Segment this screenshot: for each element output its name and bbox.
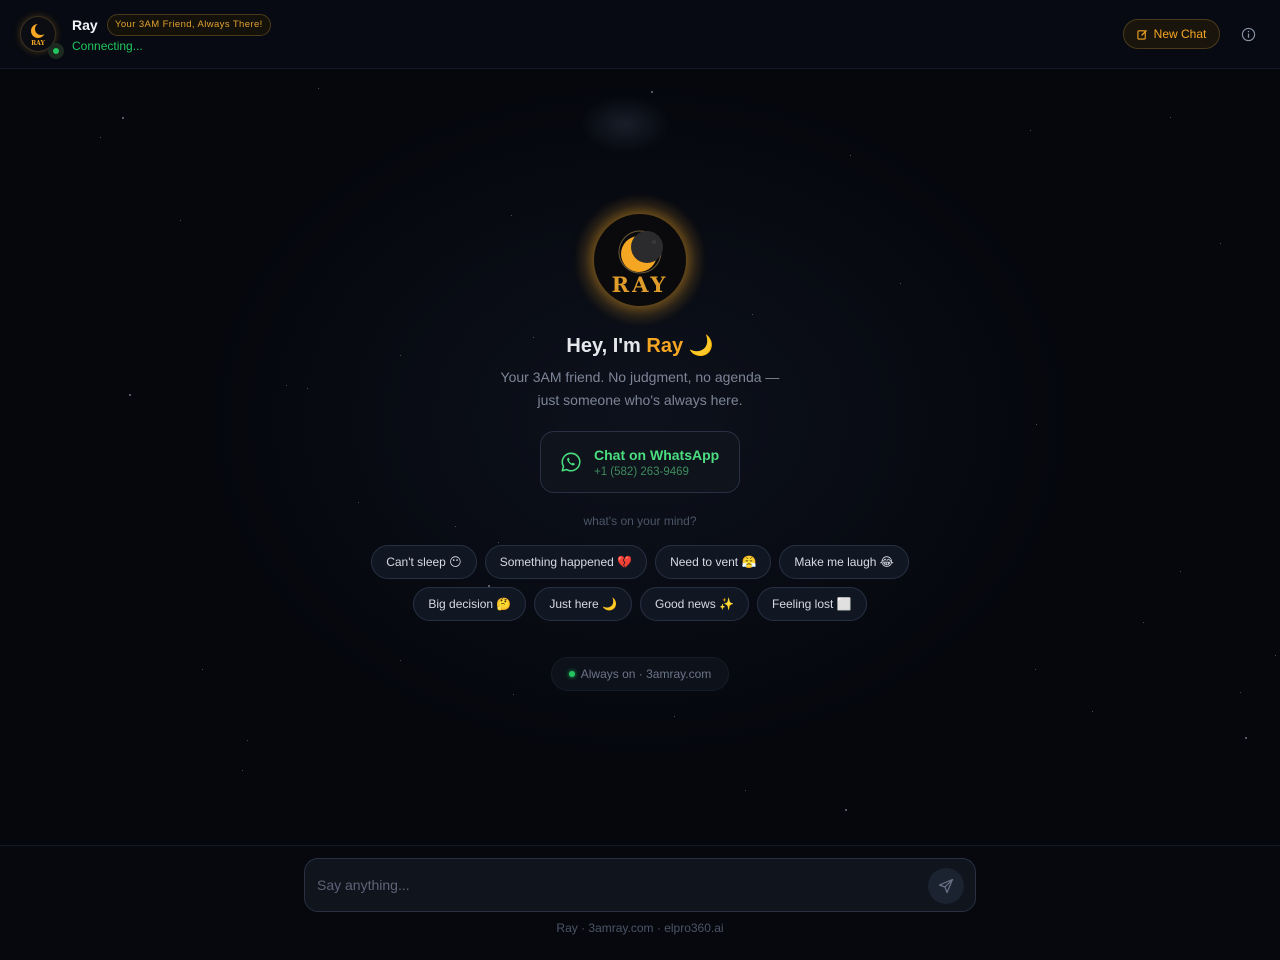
hero-subtitle: Your 3AM friend. No judgment, no agenda …: [440, 366, 840, 412]
send-button[interactable]: [928, 868, 964, 904]
connection-status: Connecting...: [72, 39, 143, 53]
suggestion-chip[interactable]: Just here 🌙: [534, 587, 632, 621]
whatsapp-title: Chat on WhatsApp: [594, 447, 720, 463]
suggestion-chip[interactable]: Need to vent 😤: [655, 545, 772, 579]
suggestion-chip[interactable]: Big decision 🤔: [413, 587, 527, 621]
send-icon: [938, 878, 954, 894]
online-dot: [568, 671, 575, 677]
whatsapp-button[interactable]: Chat on WhatsApp +1 (582) 263-9469: [540, 431, 740, 493]
online-indicator: [48, 43, 64, 59]
prompt-label: what's on your mind?: [583, 514, 697, 528]
whatsapp-number: +1 (582) 263-9469: [594, 466, 689, 478]
suggestion-chip[interactable]: Make me laugh 😂: [779, 545, 909, 579]
hero-title-prefix: Hey, I'm: [566, 335, 647, 357]
new-chat-label: New Chat: [1153, 27, 1207, 41]
suggestion-chip[interactable]: Feeling lost ⬜: [756, 587, 867, 621]
whatsapp-icon: [561, 452, 581, 472]
hero-title-name: Ray: [646, 335, 684, 357]
always-on-text: Always on · 3amray.com: [580, 667, 712, 681]
info-icon: [1241, 27, 1255, 41]
info-button[interactable]: [1240, 26, 1256, 42]
suggestion-chip[interactable]: Can't sleep 😶: [371, 545, 477, 579]
hero-subtitle-line2: just someone who's always here.: [537, 392, 743, 408]
suggestion-chips-row2: Big decision 🤔 Just here 🌙 Good news ✨ F…: [0, 587, 1280, 621]
avatar-logo-text: RAY: [31, 40, 45, 47]
suggestion-chips-row1: Can't sleep 😶 Something happened 💔 Need …: [0, 545, 1280, 579]
ray-logo: RAY: [594, 214, 686, 306]
moon-logo-icon: RAY: [31, 23, 47, 47]
suggestion-chip[interactable]: Something happened 💔: [484, 545, 648, 579]
message-composer: [304, 858, 976, 912]
tagline-badge: Your 3AM Friend, Always There!: [107, 14, 271, 36]
moon-emoji: 🌙: [688, 335, 714, 357]
edit-icon: [1137, 29, 1147, 40]
moon-logo-icon: RAY: [612, 230, 669, 297]
footer-credits: Ray · 3amray.com · elpro360.ai: [556, 921, 724, 935]
hero-title: Hey, I'm Ray 🌙: [0, 333, 1280, 358]
hero-logo-text: RAY: [612, 272, 669, 297]
hero-subtitle-line1: Your 3AM friend. No judgment, no agenda …: [500, 369, 780, 385]
message-input[interactable]: [317, 859, 917, 911]
assistant-name: Ray: [72, 17, 98, 33]
decorative-blur: [580, 95, 670, 153]
top-bar: RAY Ray Your 3AM Friend, Always There! C…: [0, 0, 1280, 69]
new-chat-button[interactable]: New Chat: [1123, 19, 1220, 49]
suggestion-chip[interactable]: Good news ✨: [640, 587, 749, 621]
always-on-badge: Always on · 3amray.com: [551, 657, 729, 691]
